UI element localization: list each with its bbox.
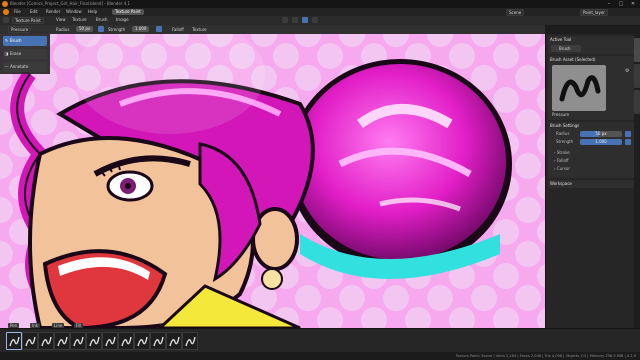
strength-pressure-toggle-icon[interactable]	[625, 139, 631, 145]
subpanel-cursor[interactable]: › Cursor	[554, 166, 570, 172]
setting-strength-slider[interactable]: 1.000	[580, 139, 622, 145]
texture-menu[interactable]: Texture	[192, 26, 207, 33]
brush-slot[interactable]	[70, 332, 86, 350]
subpanel-cursor-label: Cursor	[556, 166, 571, 171]
status-bar: Texture Paint: Scene | Verts 2,184 | Fac…	[0, 352, 640, 360]
minimize-icon[interactable]: –	[604, 1, 614, 7]
active-tool-item[interactable]: Brush	[551, 45, 581, 52]
sidebar-tabs	[634, 34, 640, 328]
brush-slot[interactable]	[54, 332, 70, 350]
menu-image[interactable]: Image	[116, 16, 129, 23]
tool-erase-label: Erase	[10, 51, 22, 56]
brush-slot[interactable]	[38, 332, 54, 350]
workspace-panel: Workspace	[548, 180, 635, 188]
tool-erase[interactable]: ◨ Erase	[3, 49, 47, 59]
brush-preview-name: Pressure	[552, 112, 570, 117]
brush-settings-gear-icon[interactable]: ⚙	[625, 68, 631, 74]
menu-render[interactable]: Render	[46, 9, 60, 15]
subpanel-falloff[interactable]: › Falloff	[554, 158, 569, 164]
menu-bar: File Edit Render Window Help Texture Pai…	[0, 8, 640, 16]
menu-help[interactable]: Help	[88, 9, 97, 15]
setting-radius-slider[interactable]: 50 px	[580, 131, 622, 137]
sidebar-tab-tool[interactable]	[634, 38, 640, 62]
sidebar-tab-image[interactable]	[634, 64, 640, 88]
overlay-icon[interactable]	[282, 17, 288, 23]
strength-field[interactable]: 1.000	[132, 26, 150, 32]
setting-radius-label: Radius	[556, 131, 570, 136]
tool-brush[interactable]: ✎ Brush	[3, 36, 47, 46]
tool-brush-label: Brush	[10, 38, 22, 43]
brush-slot[interactable]	[118, 332, 134, 350]
brush-slot[interactable]	[134, 332, 150, 350]
radius-field[interactable]: 50 px	[76, 26, 94, 32]
menu-view[interactable]: View	[56, 16, 66, 23]
strength-pressure-icon[interactable]	[156, 26, 162, 32]
brush-preview-thumbnail[interactable]	[552, 65, 606, 111]
falloff-menu[interactable]: Falloff	[172, 26, 184, 33]
brush-settings-title[interactable]: Brush Settings	[550, 123, 579, 129]
brush-icon: ✎	[4, 38, 9, 43]
menu-brush[interactable]: Brush	[96, 16, 108, 23]
radius-pressure-toggle-icon[interactable]	[625, 131, 631, 137]
brush-selector[interactable]: Pressure	[8, 26, 32, 33]
sidebar-tab-view[interactable]	[634, 90, 640, 114]
brush-slot[interactable]	[6, 332, 22, 350]
tool-settings-bar: Pressure Radius 50 px Strength 1.000 Fal…	[0, 25, 545, 34]
active-tool-item-label: Brush	[559, 46, 571, 51]
active-tool-title[interactable]: Active Tool	[550, 37, 571, 43]
workspace-title[interactable]: Workspace	[550, 181, 572, 187]
tool-annotate[interactable]: 〰 Annotate	[3, 62, 47, 72]
brush-slot[interactable]	[182, 332, 198, 350]
render-preview-icon[interactable]	[312, 17, 318, 23]
title-bar: Blender [Comics_Project_Girl_Hair_Final.…	[0, 0, 640, 8]
mode-selector[interactable]: Texture Paint	[12, 17, 44, 24]
subpanel-falloff-label: Falloff	[556, 158, 569, 163]
strength-label: Strength	[108, 27, 126, 32]
brush-slot[interactable]	[86, 332, 102, 350]
brush-settings-panel: Brush Settings Radius 50 px Strength 1.0…	[548, 122, 635, 178]
brush-asset-title[interactable]: Brush Asset (Selected)	[550, 57, 595, 63]
menu-edit[interactable]: Edit	[30, 9, 38, 15]
scene-selector[interactable]: Scene	[506, 9, 525, 16]
viewport-shading-icon[interactable]	[302, 17, 308, 23]
brush-slot[interactable]	[166, 332, 182, 350]
active-tool-panel: Active Tool Brush	[548, 36, 635, 54]
menu-file[interactable]: File	[14, 9, 21, 15]
viewlayer-selector[interactable]: Paint_layer	[580, 9, 608, 16]
menu-window[interactable]: Window	[66, 9, 82, 15]
tool-annotate-label: Annotate	[10, 64, 29, 69]
paint-canvas[interactable]	[0, 34, 545, 328]
gizmo-icon[interactable]	[292, 17, 298, 23]
radius-label: Radius	[56, 27, 70, 32]
brush-slot[interactable]	[102, 332, 118, 350]
tool-shelf: ✎ Brush ◨ Erase 〰 Annotate	[0, 34, 50, 74]
menu-texture[interactable]: Texture	[72, 16, 87, 23]
workspace-tab-texture-paint[interactable]: Texture Paint	[112, 9, 144, 15]
annotate-icon: 〰	[4, 64, 9, 69]
brush-stroke-icon	[559, 75, 601, 102]
brush-slot[interactable]	[22, 332, 38, 350]
subpanel-stroke-label: Stroke	[556, 150, 570, 155]
properties-sidebar: Active Tool Brush Brush Asset (Selected)…	[545, 34, 640, 328]
blender-menu-icon[interactable]	[3, 9, 9, 15]
subpanel-stroke[interactable]: › Stroke	[554, 150, 570, 156]
eraser-icon: ◨	[4, 51, 9, 56]
close-icon[interactable]: ✕	[628, 1, 638, 7]
brush-asset-panel: Brush Asset (Selected) Pressure ⚙	[548, 56, 635, 120]
comic-artwork[interactable]	[0, 34, 545, 328]
maximize-icon[interactable]: □	[616, 1, 626, 7]
brush-slots	[0, 328, 640, 352]
window-title: Blender [Comics_Project_Girl_Hair_Final.…	[10, 1, 131, 6]
blender-logo-icon	[2, 1, 8, 7]
editor-type-icon[interactable]	[3, 17, 9, 23]
radius-pressure-icon[interactable]	[98, 26, 104, 32]
brush-slot[interactable]	[150, 332, 166, 350]
status-text: Texture Paint: Scene | Verts 2,184 | Fac…	[455, 354, 636, 358]
setting-strength-label: Strength	[556, 139, 574, 144]
